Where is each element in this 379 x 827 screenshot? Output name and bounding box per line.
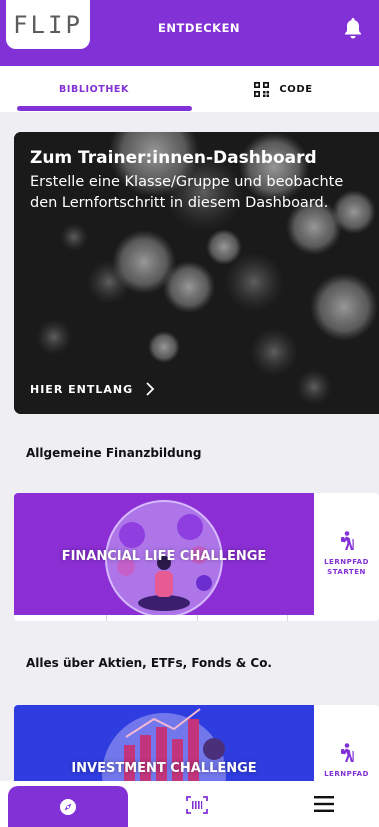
banner-title: Zum Trainer:innen-Dashboard: [30, 148, 317, 168]
menu-icon[interactable]: [314, 795, 334, 813]
scan-icon[interactable]: [185, 795, 209, 815]
side-label: LERNPFAD STARTEN: [324, 558, 369, 576]
bell-icon[interactable]: [341, 16, 365, 40]
start-learning-path-button[interactable]: LERNPFAD: [314, 705, 379, 785]
banner-description: Erstelle eine Klasse/Gruppe und beobacht…: [30, 174, 344, 211]
tab-label: BIBLIOTHEK: [59, 83, 129, 95]
bottom-navigation: [0, 781, 379, 827]
chevron-right-icon: [146, 382, 155, 396]
card-title: INVESTMENT CHALLENGE: [71, 761, 257, 776]
side-label: LERNPFAD: [324, 770, 369, 778]
section-title: Allgemeine Finanzbildung: [26, 446, 202, 460]
qr-code-icon: [254, 81, 270, 97]
hiker-icon: [340, 743, 354, 762]
card-progress-strip: [14, 615, 379, 621]
tab-bar: BIBLIOTHEK CODE: [0, 66, 379, 112]
card-title: FINANCIAL LIFE CHALLENGE: [61, 549, 267, 564]
logo[interactable]: FLIP: [6, 0, 90, 49]
tab-label: CODE: [279, 83, 313, 95]
cta-label: HIER ENTLANG: [30, 382, 134, 396]
start-learning-path-button[interactable]: LERNPFAD STARTEN: [314, 493, 379, 615]
hier-entlang-link[interactable]: HIER ENTLANG: [30, 382, 155, 396]
nav-discover-button[interactable]: [8, 786, 128, 827]
investment-challenge-card[interactable]: INVESTMENT CHALLENGE LERNPFAD: [14, 705, 379, 785]
active-tab-indicator: [17, 106, 192, 111]
logo-text: FLIP: [13, 10, 83, 39]
financial-life-challenge-card[interactable]: FINANCIAL LIFE CHALLENGE LERNPFAD STARTE…: [14, 493, 379, 621]
compass-icon: [60, 798, 76, 815]
tab-code[interactable]: CODE: [188, 66, 379, 112]
section-title: Alles über Aktien, ETFs, Fonds & Co.: [26, 656, 272, 670]
trainer-dashboard-banner[interactable]: Zum Trainer:innen-Dashboard Erstelle ein…: [14, 132, 379, 414]
hiker-icon: [340, 531, 354, 550]
page-title: ENTDECKEN: [158, 21, 241, 35]
top-bar: FLIP ENTDECKEN: [0, 0, 379, 66]
